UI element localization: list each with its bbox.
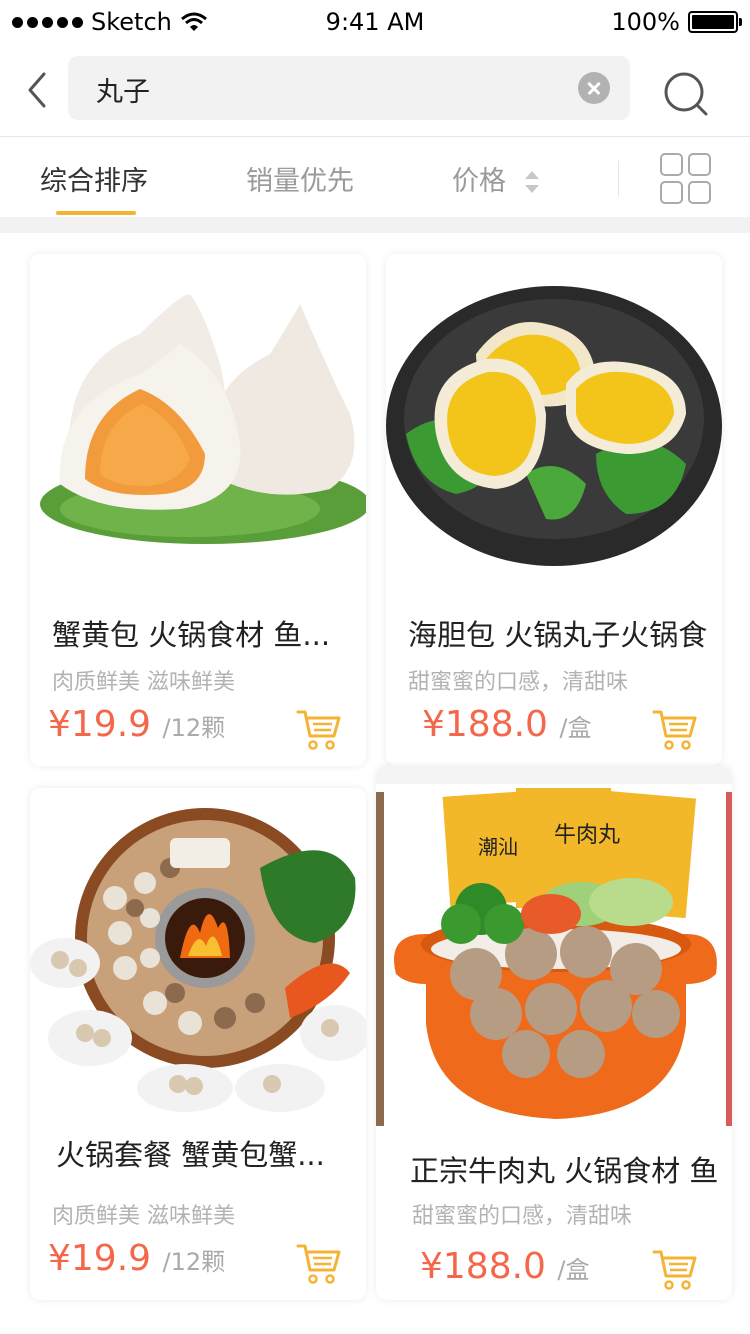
add-to-cart-icon[interactable]	[652, 708, 698, 752]
product-name: 蟹黄包 火锅食材 鱼...	[52, 618, 331, 652]
product-description: 甜蜜蜜的口感，清甜味	[412, 1204, 633, 1229]
package-brand-b: 牛肉丸	[554, 823, 620, 848]
product-image-sea-urchin-bun	[386, 254, 722, 586]
price-value: ¥188.0	[422, 704, 548, 745]
package-brand-a: 潮汕	[478, 835, 518, 859]
active-tab-indicator	[56, 211, 136, 215]
battery-percent: 100%	[611, 8, 680, 36]
sort-tabs: 综合排序 销量优先 价格	[0, 137, 750, 217]
price-value: ¥19.9	[48, 704, 152, 745]
product-card[interactable]: 蟹黄包 火锅食材 鱼... 肉质鲜美 滋味鲜美 ¥19.9 /12颗	[30, 254, 366, 766]
product-price: ¥188.0 /盒	[420, 1246, 590, 1287]
clear-icon[interactable]	[578, 72, 610, 104]
price-unit: /12颗	[162, 1248, 226, 1276]
product-description: 肉质鲜美 滋味鲜美	[52, 670, 235, 695]
product-card[interactable]: 海胆包 火锅丸子火锅食 甜蜜蜜的口感，清甜味 ¥188.0 /盒	[386, 254, 722, 766]
add-to-cart-icon[interactable]	[652, 1248, 698, 1292]
status-right: 100%	[611, 8, 742, 36]
battery-icon	[688, 11, 742, 33]
product-description: 肉质鲜美 滋味鲜美	[52, 1204, 235, 1229]
add-to-cart-icon[interactable]	[296, 1242, 342, 1286]
price-value: ¥19.9	[48, 1238, 152, 1279]
search-icon[interactable]	[662, 70, 710, 118]
product-name: 正宗牛肉丸 火锅食材 鱼	[410, 1154, 719, 1188]
product-card-featured[interactable]: 潮汕 牛肉丸 正宗牛肉丸 火锅食材 鱼 甜蜜蜜的口感，清甜味 ¥188.0 /盒	[376, 766, 732, 1300]
product-price: ¥188.0 /盒	[422, 704, 592, 745]
product-image-hotpot-set	[30, 788, 366, 1120]
search-box[interactable]	[68, 56, 630, 120]
status-bar: Sketch 9:41 AM 100%	[0, 0, 750, 44]
add-to-cart-icon[interactable]	[296, 708, 342, 752]
price-value: ¥188.0	[420, 1246, 546, 1287]
tab-composite-sort[interactable]: 综合排序	[40, 159, 148, 198]
product-image-beef-balls: 潮汕 牛肉丸	[386, 784, 722, 1126]
product-card[interactable]: 火锅套餐 蟹黄包蟹... 肉质鲜美 滋味鲜美 ¥19.9 /12颗	[30, 788, 366, 1300]
grid-view-toggle-icon[interactable]	[660, 153, 712, 205]
product-description: 甜蜜蜜的口感，清甜味	[408, 670, 629, 695]
section-gap	[0, 217, 750, 233]
price-unit: /盒	[557, 1256, 590, 1284]
product-name: 海胆包 火锅丸子火锅食	[408, 618, 708, 652]
tab-price[interactable]: 价格	[452, 159, 506, 198]
prev-slide-peek	[376, 792, 384, 1126]
search-header	[0, 44, 750, 137]
price-unit: /盒	[559, 714, 592, 742]
product-image-crab-bun	[30, 254, 366, 586]
next-slide-peek	[726, 792, 732, 1126]
search-input[interactable]	[94, 68, 558, 110]
product-name: 火锅套餐 蟹黄包蟹...	[56, 1138, 325, 1172]
card-top-band	[376, 766, 732, 784]
price-unit: /12颗	[162, 714, 226, 742]
back-icon[interactable]	[20, 66, 56, 114]
tab-divider	[618, 161, 619, 197]
product-price: ¥19.9 /12颗	[48, 1238, 225, 1279]
tab-sales-first[interactable]: 销量优先	[246, 159, 354, 198]
sort-arrows-icon[interactable]	[522, 169, 542, 195]
product-price: ¥19.9 /12颗	[48, 704, 225, 745]
